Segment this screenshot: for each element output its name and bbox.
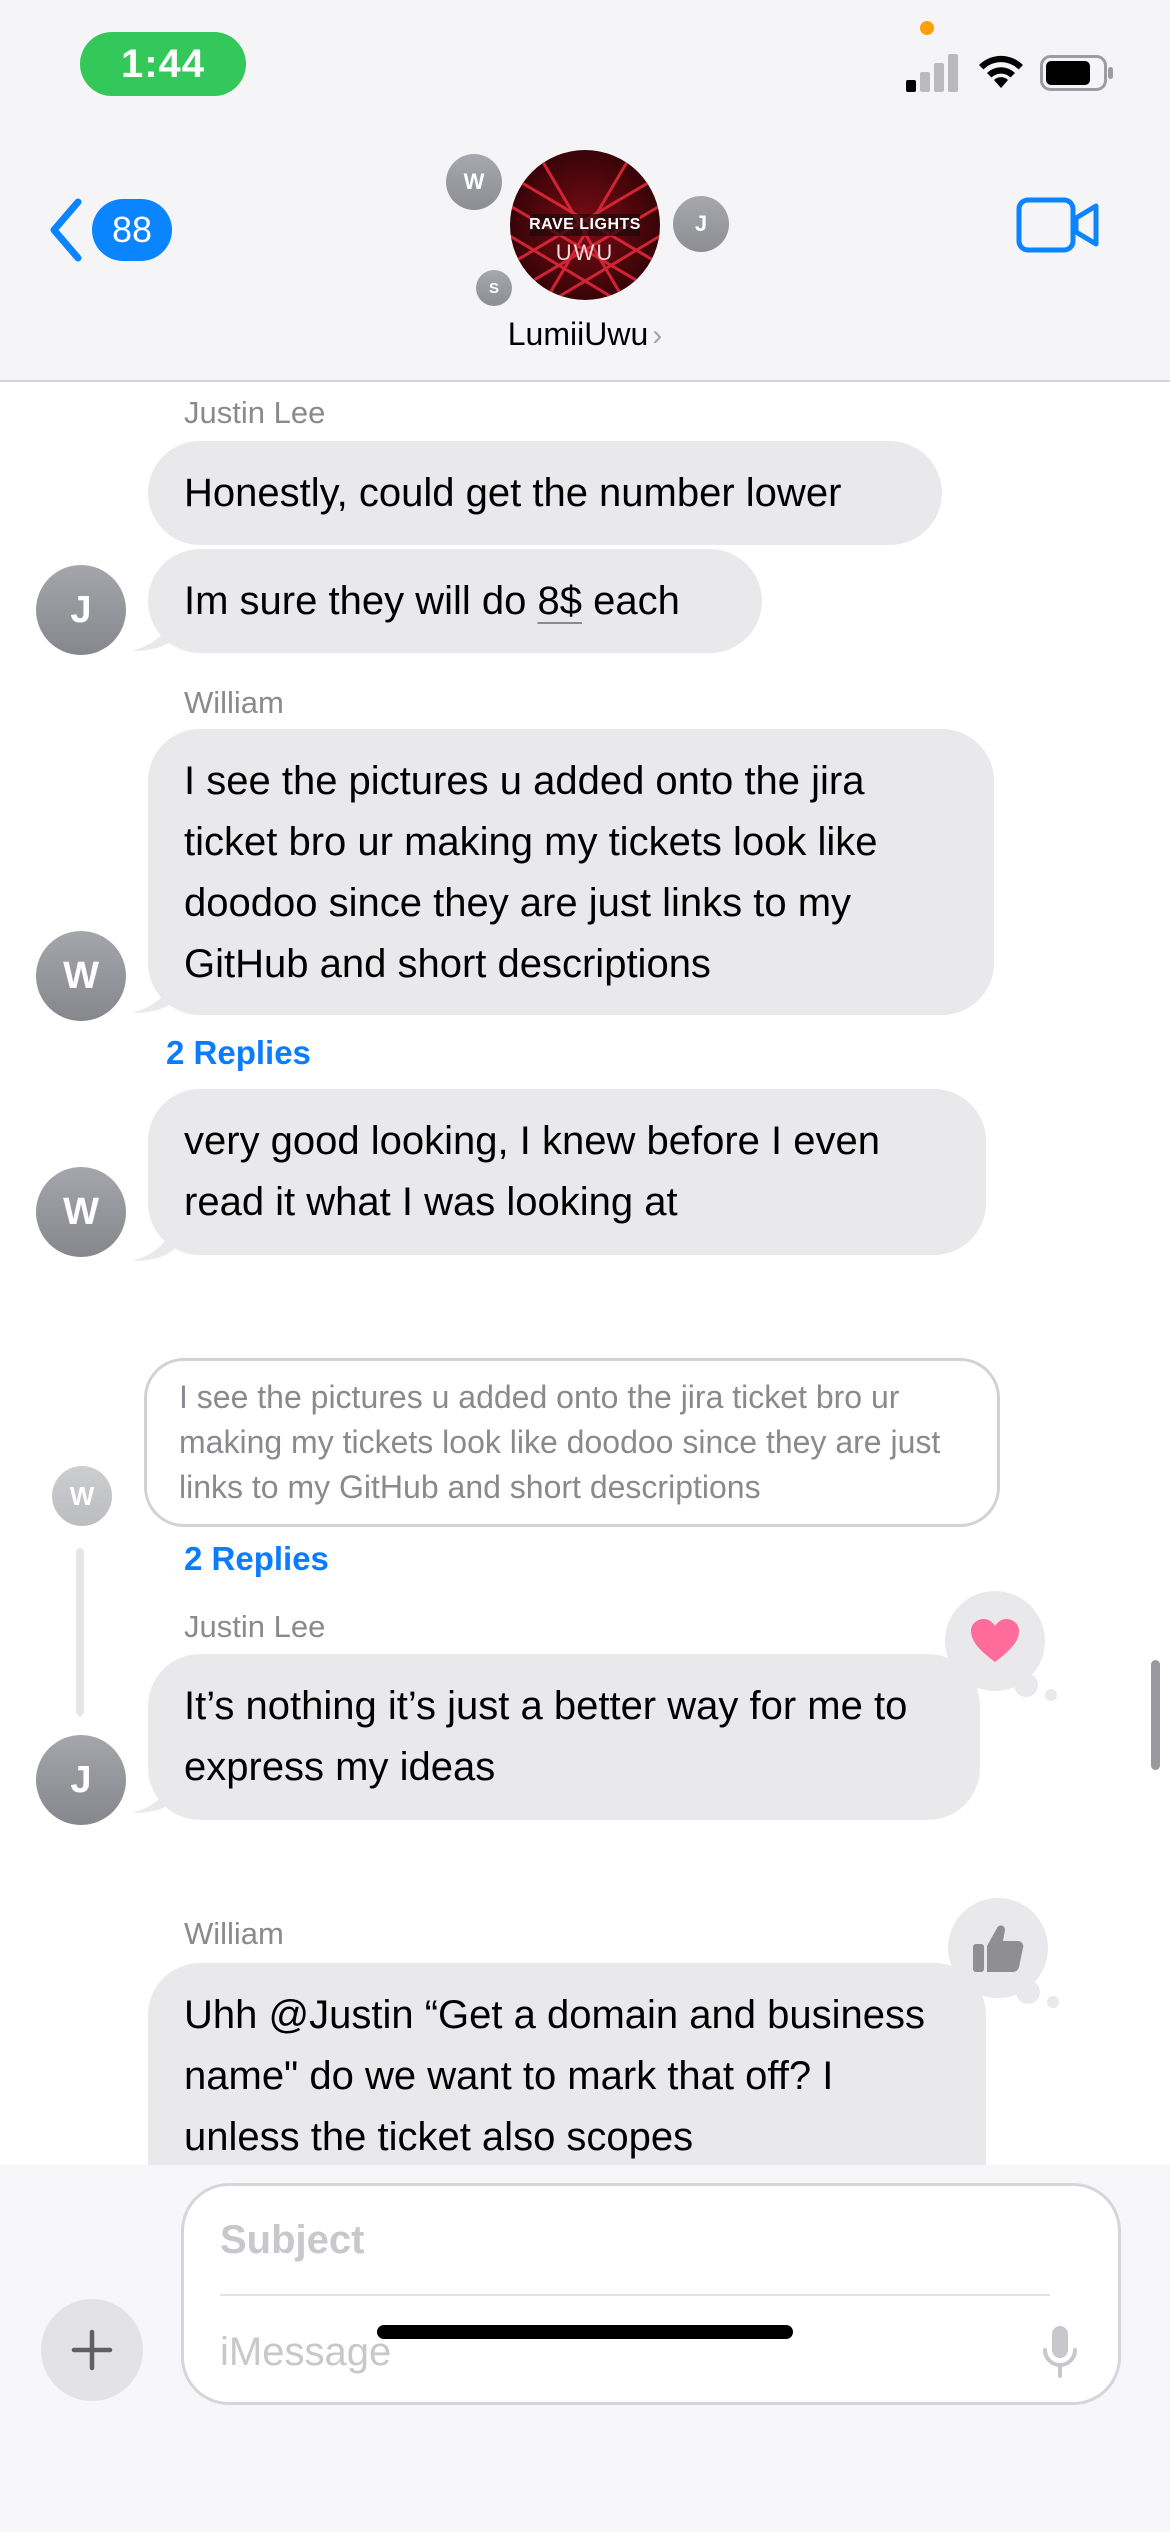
conversation-header: 88 W J S RAVE LIGHTS UWU LumiiUwu › — [0, 140, 1170, 382]
apps-plus-button[interactable] — [41, 2299, 143, 2401]
wifi-icon — [979, 55, 1023, 88]
tapback-tail — [1047, 1996, 1059, 2008]
message-composer: Subject iMessage — [0, 2165, 1170, 2532]
tapback-tail — [1014, 1673, 1038, 1697]
chevron-right-icon: › — [652, 319, 663, 352]
message-list[interactable]: Justin Lee Honestly, could get the numbe… — [0, 383, 1170, 2165]
tapback-tail — [1045, 1689, 1057, 1701]
group-name-button[interactable]: LumiiUwu › — [0, 316, 1170, 353]
thumbs-up-icon — [973, 1925, 1024, 1972]
battery-icon — [1040, 55, 1113, 91]
avatar[interactable]: W — [36, 931, 126, 1021]
sender-name: Justin Lee — [184, 1609, 326, 1644]
microphone-icon[interactable] — [1040, 2322, 1080, 2382]
message-bubble[interactable]: very good looking, I knew before I even … — [148, 1089, 986, 1255]
thread-connector-line — [76, 1548, 84, 1716]
message-text: Im sure they will do — [184, 579, 538, 623]
message-bubble[interactable]: Honestly, could get the number lower — [148, 441, 942, 545]
home-indicator[interactable] — [377, 2325, 793, 2339]
chevron-left-icon — [50, 198, 82, 262]
sender-name: Justin Lee — [184, 395, 326, 430]
thread-replies-link[interactable]: 2 Replies — [184, 1540, 329, 1578]
participant-avatar-j[interactable]: J — [673, 196, 729, 252]
message-bubble[interactable]: Uhh @Justin “Get a domain and business n… — [148, 1963, 986, 2165]
tapback-tail — [1016, 1980, 1040, 2004]
avatar[interactable]: W — [36, 1167, 126, 1257]
message-bubble[interactable]: I see the pictures u added onto the jira… — [148, 729, 994, 1015]
scrollbar[interactable] — [1151, 1660, 1160, 1770]
compose-box: Subject iMessage — [181, 2183, 1121, 2405]
group-photo-caption-top: RAVE LIGHTS — [529, 216, 641, 233]
quoted-thread-message[interactable]: I see the pictures u added onto the jira… — [144, 1358, 1000, 1527]
back-button[interactable]: 88 — [48, 190, 172, 270]
avatar[interactable]: J — [36, 1735, 126, 1825]
detected-amount-link[interactable]: 8$ — [537, 579, 582, 623]
sender-name: William — [184, 1916, 284, 1951]
message-text: each — [581, 579, 680, 623]
unread-count-badge: 88 — [92, 199, 172, 261]
group-name: LumiiUwu — [507, 316, 649, 352]
message-bubble[interactable]: Im sure they will do 8$ each — [148, 549, 762, 653]
plus-icon — [71, 2329, 113, 2371]
avatar[interactable]: J — [36, 565, 126, 655]
heart-icon — [971, 1619, 1019, 1662]
message-bubble[interactable]: It’s nothing it’s just a better way for … — [148, 1654, 980, 1820]
mic-in-use-indicator — [920, 21, 934, 35]
divider — [220, 2294, 1050, 2296]
status-time[interactable]: 1:44 — [80, 32, 246, 96]
participant-avatar-s[interactable]: S — [476, 270, 512, 306]
signal-icon — [906, 54, 958, 92]
avatar[interactable]: W — [52, 1466, 112, 1526]
thread-replies-link[interactable]: 2 Replies — [166, 1034, 311, 1072]
status-bar: 1:44 — [0, 0, 1170, 140]
subject-input[interactable]: Subject — [220, 2210, 1050, 2270]
group-photo-caption-bottom: UWU — [555, 240, 615, 265]
sender-name: William — [184, 685, 284, 720]
group-photo[interactable]: RAVE LIGHTS UWU — [510, 150, 660, 300]
participant-avatar-w[interactable]: W — [446, 154, 502, 210]
video-camera-icon[interactable] — [1016, 196, 1100, 254]
